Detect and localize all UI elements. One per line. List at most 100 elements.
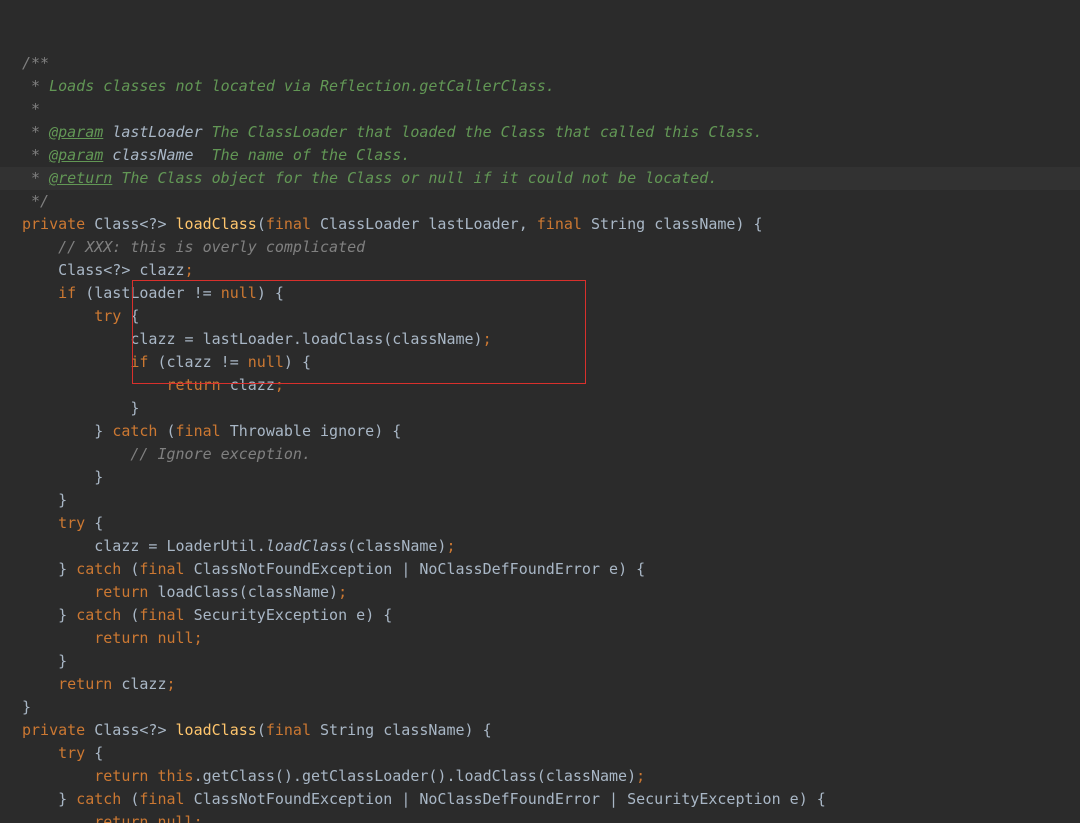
token-kw: final (537, 215, 591, 233)
code-line[interactable]: try { (22, 512, 1080, 535)
token-docstar: * (22, 77, 49, 95)
token-kw: return (94, 583, 157, 601)
code-line[interactable]: // XXX: this is overly complicated (22, 236, 1080, 259)
token-ident (22, 445, 130, 463)
token-kw: try (58, 514, 94, 532)
code-line[interactable]: /** (22, 52, 1080, 75)
token-punc: ) { (735, 215, 762, 233)
code-line[interactable]: return null; (22, 627, 1080, 650)
code-line[interactable]: try { (22, 742, 1080, 765)
token-kw: catch (76, 560, 130, 578)
token-kw: final (139, 790, 193, 808)
token-ident: clazz (121, 675, 166, 693)
token-kw: private (22, 215, 94, 233)
token-punc: ) { (284, 353, 311, 371)
token-kw: return (167, 376, 230, 394)
token-type: ClassNotFoundException (194, 790, 402, 808)
code-line[interactable]: clazz = lastLoader.loadClass(className); (22, 328, 1080, 351)
token-docstar: * (22, 169, 49, 187)
code-line[interactable]: } (22, 650, 1080, 673)
token-doc (103, 123, 112, 141)
token-cmt: // Ignore exception. (130, 445, 311, 463)
code-line[interactable]: clazz = LoaderUtil.loadClass(className); (22, 535, 1080, 558)
token-doc (103, 146, 112, 164)
code-line[interactable]: } (22, 696, 1080, 719)
code-line[interactable]: Class<?> clazz; (22, 259, 1080, 282)
token-punc: ) { (374, 422, 401, 440)
code-line[interactable]: if (lastLoader != null) { (22, 282, 1080, 305)
token-ident: } (22, 491, 67, 509)
token-ident: clazz (230, 376, 275, 394)
token-tag: @return (49, 169, 112, 187)
token-kw: ; (185, 261, 194, 279)
token-ident: loadClass(className) (157, 583, 338, 601)
token-kw: try (94, 307, 130, 325)
token-kw: return (58, 675, 121, 693)
token-kw: null (221, 284, 257, 302)
code-line[interactable]: * (22, 98, 1080, 121)
code-line[interactable]: return null; (22, 811, 1080, 823)
token-ident (22, 629, 94, 647)
token-ident: } (22, 560, 76, 578)
code-line[interactable]: } catch (final Throwable ignore) { (22, 420, 1080, 443)
token-type: NoClassDefFoundError (419, 560, 609, 578)
token-tag: @param (49, 146, 103, 164)
code-editor[interactable]: /** * Loads classes not located via Refl… (0, 0, 1080, 823)
code-line[interactable]: } (22, 397, 1080, 420)
code-line[interactable]: // Ignore exception. (22, 443, 1080, 466)
token-ident (22, 767, 94, 785)
code-line[interactable]: * @param className The name of the Class… (22, 144, 1080, 167)
token-type: Class<?> (94, 215, 175, 233)
token-kw: ; (167, 675, 176, 693)
token-ident (22, 583, 94, 601)
token-punc: (clazz != (157, 353, 247, 371)
token-punc: (lastLoader != (85, 284, 220, 302)
token-type: NoClassDefFoundError (419, 790, 609, 808)
token-kw: catch (76, 606, 130, 624)
code-line[interactable]: * @return The Class object for the Class… (22, 167, 1080, 190)
token-punc: ) { (257, 284, 284, 302)
token-kw: private (22, 721, 94, 739)
token-ident: } (22, 468, 103, 486)
code-line[interactable]: return clazz; (22, 673, 1080, 696)
token-kw: final (139, 606, 193, 624)
token-punc: { (94, 744, 103, 762)
token-ident: e (790, 790, 799, 808)
code-line[interactable]: return this.getClass().getClassLoader().… (22, 765, 1080, 788)
code-line[interactable]: */ (22, 190, 1080, 213)
code-line[interactable]: return loadClass(className); (22, 581, 1080, 604)
code-line[interactable]: try { (22, 305, 1080, 328)
token-ident: } (22, 399, 139, 417)
code-line[interactable]: private Class<?> loadClass(final String … (22, 719, 1080, 742)
code-line[interactable]: if (clazz != null) { (22, 351, 1080, 374)
token-type: ClassLoader (320, 215, 428, 233)
token-method: loadClass (176, 721, 257, 739)
token-punc: ) { (465, 721, 492, 739)
code-line[interactable]: * Loads classes not located via Reflecti… (22, 75, 1080, 98)
token-ident: Class<?> clazz (22, 261, 185, 279)
token-docstar: * (22, 100, 40, 118)
token-cmt: // XXX: this is overly complicated (58, 238, 365, 256)
token-ident: className (654, 215, 735, 233)
token-ident: e (356, 606, 365, 624)
code-line[interactable]: } (22, 489, 1080, 512)
token-ident: clazz = LoaderUtil. (22, 537, 266, 555)
code-line[interactable]: * @param lastLoader The ClassLoader that… (22, 121, 1080, 144)
code-line[interactable]: return clazz; (22, 374, 1080, 397)
token-kw: ; (483, 330, 492, 348)
token-tag: @param (49, 123, 103, 141)
token-punc: , (519, 215, 537, 233)
token-docstar: /** (22, 54, 49, 72)
token-ident: lastLoader (428, 215, 518, 233)
code-line[interactable]: } catch (final SecurityException e) { (22, 604, 1080, 627)
token-type: String (320, 721, 383, 739)
token-punc: ( (167, 422, 176, 440)
code-line[interactable]: } catch (final ClassNotFoundException | … (22, 558, 1080, 581)
code-line[interactable]: private Class<?> loadClass(final ClassLo… (22, 213, 1080, 236)
code-line[interactable]: } (22, 466, 1080, 489)
token-type: SecurityException (194, 606, 357, 624)
token-ident: clazz = lastLoader.loadClass(className) (22, 330, 483, 348)
token-ident: ignore (320, 422, 374, 440)
code-line[interactable]: } catch (final ClassNotFoundException | … (22, 788, 1080, 811)
token-type: Throwable (230, 422, 320, 440)
